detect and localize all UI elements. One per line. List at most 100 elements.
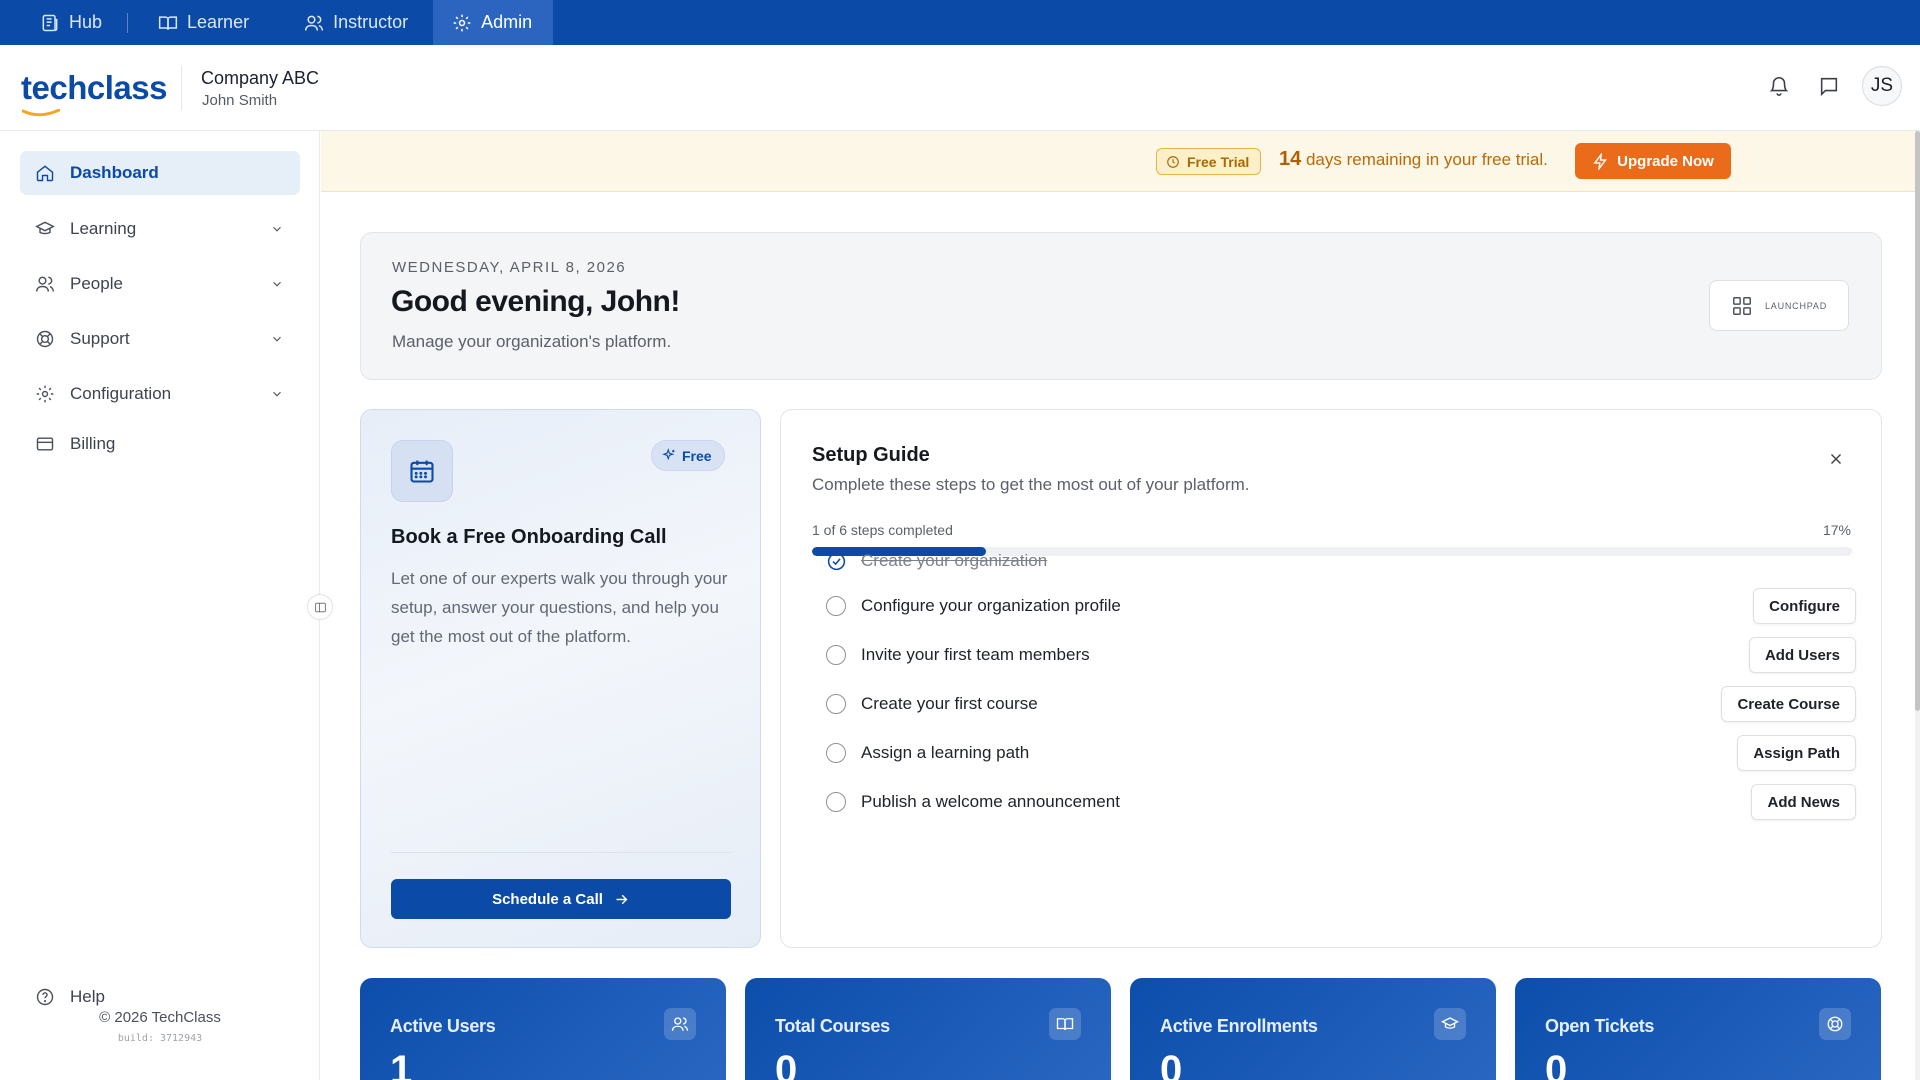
empty-circle-icon[interactable] [826,596,846,616]
users-icon [304,13,324,33]
upgrade-now-label: Upgrade Now [1617,152,1714,170]
tab-hub[interactable]: Hub [0,0,127,45]
calendar-icon [410,460,434,483]
scrollbar-thumb[interactable] [1915,131,1920,711]
tab-hub-label: Hub [69,12,103,32]
setup-step: Create your first course Create Course [826,684,1856,724]
users-icon [35,276,55,292]
chevron-down-icon [273,336,281,342]
free-trial-badge: Free Trial [1156,148,1262,175]
setup-step-label: Create your organization [861,551,1048,570]
stat-label: Open Tickets [1545,1016,1655,1036]
sidebar-item-support[interactable]: Support [20,317,300,361]
stat-card-active-users[interactable]: Active Users 1 [360,978,726,1080]
current-date: WEDNESDAY, APRIL 8, 2026 [392,259,627,276]
sidebar-collapse-button[interactable] [307,594,333,620]
sidebar-item-people[interactable]: People [20,262,300,306]
setup-step: Assign a learning path Assign Path [826,733,1856,773]
stat-card-total-courses[interactable]: Total Courses 0 [745,978,1111,1080]
gear-icon [36,385,54,403]
stat-value: 0 [775,1048,798,1080]
credit-card-icon [36,437,54,451]
upgrade-now-button[interactable]: Upgrade Now [1575,143,1731,179]
build-number: build: 3712943 [117,1033,203,1044]
create-course-button[interactable]: Create Course [1721,686,1856,722]
stat-label: Active Enrollments [1160,1016,1318,1036]
free-trial-label: Free Trial [1187,153,1250,170]
graduation-cap-icon [35,221,55,235]
chevron-down-icon [273,391,281,397]
sidebar-item-learning[interactable]: Learning [20,207,300,251]
onboarding-call-card: Free Book a Free Onboarding Call Let one… [360,409,761,948]
setup-guide-subtitle: Complete these steps to get the most out… [812,475,1250,494]
book-open-icon [1049,1008,1081,1040]
calendar-icon-box [391,440,453,502]
trial-banner: Free Trial 14 days remaining in your fre… [321,131,1920,192]
onboarding-description: Let one of our experts walk you through … [391,569,728,646]
copyright-text: © 2026 TechClass [99,1009,221,1026]
empty-circle-icon[interactable] [826,743,846,763]
setup-step-label: Assign a learning path [861,743,1030,762]
stat-value: 1 [390,1048,413,1080]
stat-label: Active Users [390,1016,496,1036]
setup-step-label: Configure your organization profile [861,596,1121,615]
empty-circle-icon[interactable] [826,792,846,812]
stat-value: 0 [1545,1048,1568,1080]
sidebar-item-label: Support [70,329,130,348]
arrow-right-icon [616,894,628,904]
progress-percent: 17% [1822,522,1851,538]
tab-instructor-label: Instructor [333,12,409,32]
tab-learner[interactable]: Learner [128,0,274,45]
stat-label: Total Courses [775,1016,890,1036]
launchpad-button[interactable]: LAUNCHPAD [1709,280,1849,331]
user-name: John Smith [202,92,278,109]
lifebuoy-icon [1819,1008,1851,1040]
techclass-logo[interactable]: techclass [21,69,167,107]
notifications-bell-icon[interactable] [1768,75,1792,99]
setup-step: Create your organization [826,541,1856,581]
tab-admin-label: Admin [481,12,533,32]
setup-step: Configure your organization profile Conf… [826,586,1856,626]
setup-step-label: Invite your first team members [861,645,1090,664]
graduation-cap-icon [1434,1008,1466,1040]
messages-icon[interactable] [1818,75,1842,99]
grid-icon [1732,296,1751,315]
trial-remaining-label: days remaining in your free trial. [1301,150,1548,169]
greeting-subtitle: Manage your organization's platform. [392,332,672,351]
configure-button[interactable]: Configure [1753,588,1856,624]
stat-value: 0 [1160,1048,1183,1080]
chevron-down-icon [273,226,281,232]
stat-card-open-tickets[interactable]: Open Tickets 0 [1515,978,1881,1080]
empty-circle-icon[interactable] [826,694,846,714]
schedule-call-button[interactable]: Schedule a Call [391,879,731,919]
setup-guide-title: Setup Guide [812,444,930,466]
user-avatar[interactable]: JS [1862,66,1902,106]
logo-swoosh-icon [22,109,60,117]
close-icon [1830,453,1842,465]
close-button[interactable] [1827,450,1847,470]
sparkles-icon [662,448,675,461]
add-news-button[interactable]: Add News [1751,784,1856,820]
add-users-button[interactable]: Add Users [1748,637,1856,673]
app-header: techclass Company ABC John Smith JS [0,45,1920,131]
empty-circle-icon[interactable] [826,645,846,665]
sidebar-item-label: Dashboard [70,163,159,182]
sidebar-item-billing[interactable]: Billing [20,422,300,466]
assign-path-button[interactable]: Assign Path [1737,735,1856,771]
free-badge-label: Free [682,447,712,464]
lightning-icon [1593,152,1608,170]
book-open-icon [158,13,178,33]
sidebar-item-label: Configuration [70,384,172,403]
newspaper-icon [40,13,60,33]
tab-admin[interactable]: Admin [433,0,554,45]
tab-learner-label: Learner [187,12,250,32]
gear-icon [452,13,472,33]
onboarding-divider [391,852,731,853]
tab-instructor[interactable]: Instructor [274,0,433,45]
stat-card-active-enrollments[interactable]: Active Enrollments 0 [1130,978,1496,1080]
progress-label: 1 of 6 steps completed [812,522,953,538]
sidebar-item-configuration[interactable]: Configuration [20,372,300,416]
trial-days-count: 14 [1279,148,1302,170]
sidebar-item-dashboard[interactable]: Dashboard [20,151,300,195]
setup-step: Invite your first team members Add Users [826,635,1856,675]
